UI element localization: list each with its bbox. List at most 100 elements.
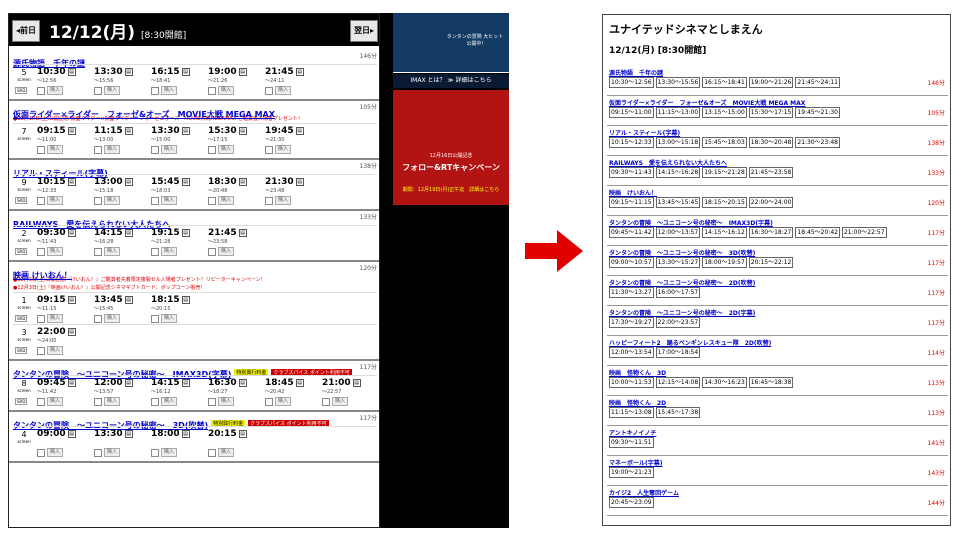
showtime-button[interactable]: 20:45～23:09: [609, 497, 654, 508]
buy-button[interactable]: 購入: [275, 145, 292, 154]
showtime-button[interactable]: 19:00～21:23: [609, 467, 654, 478]
showtime-button[interactable]: 12:00～13:54: [609, 347, 654, 358]
movie-title-link[interactable]: 仮面ライダー×ライダー フォーゼ&オーズ MOVIE大戦 MEGA MAX: [609, 98, 805, 107]
movie-title-link[interactable]: ハッピーフィート2 踊るペンギンレスキュー隊 2D(吹替): [609, 338, 771, 347]
showtime-button[interactable]: 10:30～12:56: [609, 77, 654, 88]
showtime-button[interactable]: 14:15～16:12: [702, 227, 747, 238]
buy-button[interactable]: 購入: [218, 247, 235, 256]
buy-button[interactable]: 購入: [218, 196, 235, 205]
movie-title-link[interactable]: タンタンの冒険 ～ユニコーン号の秘密～ 2D(吹替): [609, 278, 755, 287]
buy-button[interactable]: 購入: [47, 314, 64, 323]
showtime-button[interactable]: 20:15～22:12: [748, 257, 794, 268]
showtime-button[interactable]: 21:45～23:58: [748, 167, 794, 178]
buy-button[interactable]: 購入: [104, 314, 121, 323]
movie-title-link[interactable]: タンタンの冒険 ～ユニコーン号の秘密～ IMAX3D(字幕): [609, 218, 773, 227]
showtime-button[interactable]: 11:15～13:00: [655, 107, 701, 118]
showtime-button[interactable]: 18:45～20:42: [795, 227, 840, 238]
movie-title-link[interactable]: マネーボール(字幕): [609, 458, 663, 467]
buy-button[interactable]: 購入: [161, 196, 178, 205]
buy-button[interactable]: 購入: [161, 448, 178, 457]
mission-impossible-ad[interactable]: 12月16日公開記念 フォロー&RTキャンペーン 期間：12月19日(月)正午迄…: [393, 90, 509, 205]
movie-title-link[interactable]: カイジ2 人生奪回ゲーム: [609, 488, 679, 497]
next-day-button[interactable]: 翌日▸: [349, 20, 378, 42]
buy-button[interactable]: 購入: [104, 145, 121, 154]
movie-title-link[interactable]: 仮面ライダー×ライダー フォーゼ&オーズ MOVIE大戦 MEGA MAX: [13, 110, 275, 119]
showtime-button[interactable]: 18:30～20:48: [748, 137, 794, 148]
showtime-button[interactable]: 09:15～11:15: [609, 197, 654, 208]
showtime-button[interactable]: 13:45～15:45: [655, 197, 701, 208]
showtime-button[interactable]: 13:30～15:27: [655, 257, 701, 268]
showtime-button[interactable]: 13:30～15:56: [655, 77, 701, 88]
showtime-button[interactable]: 09:30～11:43: [609, 167, 654, 178]
buy-button[interactable]: 購入: [47, 86, 64, 95]
buy-button[interactable]: 購入: [47, 247, 64, 256]
showtime-button[interactable]: 17:30～19:27: [609, 317, 654, 328]
buy-button[interactable]: 購入: [104, 247, 121, 256]
imax-info-link[interactable]: IMAX とは？ ≫ 詳細はこちら: [393, 74, 509, 88]
showtime-button[interactable]: 12:15～14:08: [655, 377, 701, 388]
buy-button[interactable]: 購入: [104, 448, 121, 457]
buy-button[interactable]: 購入: [47, 145, 64, 154]
showtime-button[interactable]: 18:15～20:15: [702, 197, 747, 208]
movie-title-link[interactable]: タンタンの冒険 ～ユニコーン号の秘密～ 2D(字幕): [609, 308, 755, 317]
showtime-button[interactable]: 18:00～19:57: [702, 257, 747, 268]
showtime-button[interactable]: 19:45～21:30: [795, 107, 840, 118]
movie-title-link[interactable]: 映画 けいおん！: [13, 271, 72, 280]
showtime-button[interactable]: 16:30～18:27: [748, 227, 794, 238]
buy-button[interactable]: 購入: [275, 397, 292, 406]
buy-button[interactable]: 購入: [104, 397, 121, 406]
tintin-ad-banner[interactable]: タンタンの冒険 大ヒット公開中!: [393, 13, 509, 73]
showtime-button[interactable]: 09:00～10:57: [609, 257, 654, 268]
buy-button[interactable]: 購入: [104, 196, 121, 205]
showtime-button[interactable]: 22:00～23:57: [655, 317, 701, 328]
campaign-note-link[interactable]: ●12月3日(土)『映画けいおん！』公開記念シネマギフトカード、ポップコーン販売…: [13, 284, 377, 292]
showtime-button[interactable]: 15:30～17:15: [748, 107, 794, 118]
buy-button[interactable]: 購入: [47, 346, 64, 355]
showtime-button[interactable]: 19:00～21:26: [748, 77, 794, 88]
buy-button[interactable]: 購入: [161, 247, 178, 256]
showtime-button[interactable]: 16:15～18:41: [702, 77, 747, 88]
movie-title-link[interactable]: リアル・スティール(字幕): [609, 128, 680, 137]
showtime-button[interactable]: 21:00～22:57: [841, 227, 887, 238]
prev-day-button[interactable]: ◂前日: [12, 20, 41, 42]
showtime-button[interactable]: 13:00～15:18: [655, 137, 701, 148]
movie-title-link[interactable]: 源氏物語 千年の謎: [609, 68, 663, 77]
buy-button[interactable]: 購入: [332, 397, 349, 406]
buy-button[interactable]: 購入: [161, 86, 178, 95]
movie-title-link[interactable]: 映画 けいおん！: [609, 188, 657, 197]
showtime-button[interactable]: 11:30～13:27: [609, 287, 654, 298]
showtime-button[interactable]: 10:00～11:53: [609, 377, 654, 388]
buy-button[interactable]: 購入: [47, 196, 64, 205]
showtime-button[interactable]: 15:45～18:03: [702, 137, 747, 148]
movie-title-link[interactable]: 映画 怪物くん 3D: [609, 368, 666, 377]
showtime-button[interactable]: 14:30～16:23: [702, 377, 747, 388]
showtime-button[interactable]: 16:45～18:38: [748, 377, 794, 388]
movie-title-link[interactable]: 映画 怪物くん 2D: [609, 398, 666, 407]
buy-button[interactable]: 購入: [161, 397, 178, 406]
showtime-button[interactable]: 21:45～24:11: [795, 77, 840, 88]
showtime-button[interactable]: 12:00～13:57: [655, 227, 701, 238]
buy-button[interactable]: 購入: [218, 86, 235, 95]
buy-button[interactable]: 購入: [47, 397, 64, 406]
buy-button[interactable]: 購入: [275, 86, 292, 95]
movie-title-link[interactable]: タンタンの冒険 ～ユニコーン号の秘密～ 3D(吹替): [609, 248, 755, 257]
showtime-button[interactable]: 09:45～11:42: [609, 227, 654, 238]
movie-title-link[interactable]: アントキノイノチ: [609, 428, 656, 437]
buy-button[interactable]: 購入: [161, 314, 178, 323]
buy-button[interactable]: 購入: [218, 397, 235, 406]
buy-button[interactable]: 購入: [218, 448, 235, 457]
showtime-button[interactable]: 21:30～23:48: [795, 137, 840, 148]
buy-button[interactable]: 購入: [161, 145, 178, 154]
showtime-button[interactable]: 16:00～17:57: [655, 287, 701, 298]
showtime-button[interactable]: 13:15～15:00: [702, 107, 747, 118]
showtime-button[interactable]: 17:00～18:54: [655, 347, 701, 358]
buy-button[interactable]: 購入: [275, 196, 292, 205]
buy-button[interactable]: 購入: [218, 145, 235, 154]
showtime-button[interactable]: 19:15～21:28: [702, 167, 747, 178]
showtime-button[interactable]: 09:15～11:00: [609, 107, 654, 118]
showtime-button[interactable]: 15:45～17:38: [655, 407, 701, 418]
movie-title-link[interactable]: RAILWAYS 愛を伝えられない大人たちへ: [609, 158, 727, 167]
showtime-button[interactable]: 11:15～13:08: [609, 407, 654, 418]
showtime-button[interactable]: 14:15～16:28: [655, 167, 701, 178]
showtime-button[interactable]: 09:30～11:51: [609, 437, 654, 448]
